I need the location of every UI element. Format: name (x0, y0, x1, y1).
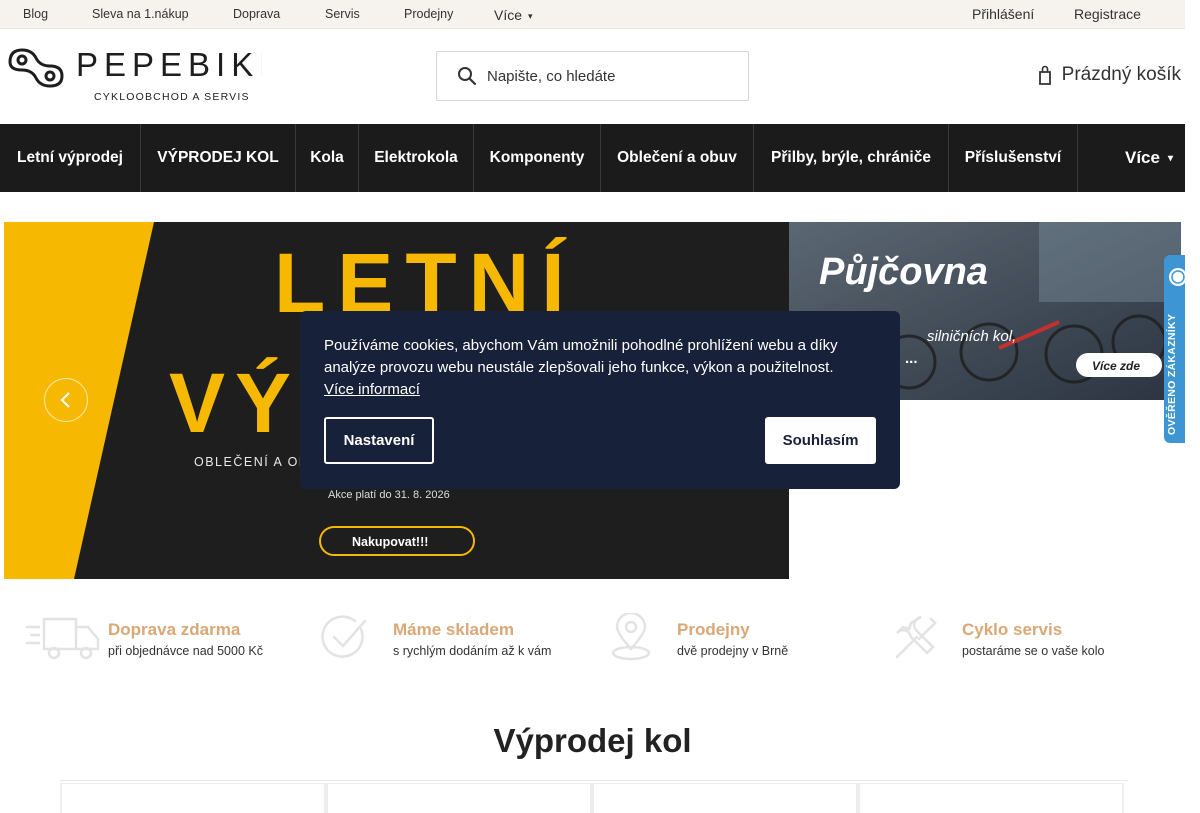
search-box[interactable] (436, 51, 749, 101)
cart-button[interactable]: Prázdný košík (1038, 64, 1181, 86)
rental-cta: Více zde (1092, 359, 1140, 373)
benefit-subtitle: dvě prodejny v Brně (677, 644, 789, 658)
benefits-row: Doprava zdarma při objednávce nad 5000 K… (0, 610, 1185, 670)
banner-cta: Nakupovat!!! (352, 535, 428, 549)
cookie-consent-dialog: Používáme cookies, abychom Vám umožnili … (300, 311, 900, 489)
rental-subtitle-2: ... (905, 350, 918, 367)
nav-item-accessories[interactable]: Příslušenství (949, 124, 1078, 192)
nav-item-bikes[interactable]: Kola (296, 124, 359, 192)
truck-icon (26, 617, 100, 660)
benefit-title: Cyklo servis (962, 620, 1063, 639)
nav-more-menu[interactable]: Více ▾ (1078, 124, 1185, 192)
verified-reviews-badge[interactable]: OVĚŘENO ZÁKAZNÍKY (1164, 255, 1185, 443)
topbar-link-blog[interactable]: Blog (23, 7, 48, 21)
tools-icon (895, 615, 937, 659)
benefit-subtitle: postaráme se o vaše kolo (962, 644, 1105, 658)
product-card[interactable] (592, 783, 858, 813)
cookie-settings-button[interactable]: Nastavení (324, 417, 434, 464)
product-card[interactable] (858, 783, 1124, 813)
rental-title: Půjčovna (819, 251, 988, 293)
topbar-link-stores[interactable]: Prodejny (404, 7, 453, 21)
site-logo[interactable]: PEPEBIKE CYKLOOBCHOD A SERVIS (6, 44, 281, 104)
login-link[interactable]: Přihlášení (972, 6, 1034, 22)
benefit-subtitle: při objednávce nad 5000 Kč (108, 644, 263, 658)
main-navigation: Letní výprodej VÝPRODEJ KOL Kola Elektro… (0, 124, 1185, 192)
nav-item-components[interactable]: Komponenty (474, 124, 601, 192)
banner-validity: Akce platí do 31. 8. 2026 (328, 489, 450, 501)
benefit-subtitle: s rychlým dodáním až k vám (393, 644, 552, 658)
product-card[interactable] (326, 783, 592, 813)
verified-badge-text: OVĚŘENO ZÁKAZNÍKY (1166, 313, 1178, 435)
cart-label: Prázdný košík (1061, 64, 1181, 85)
cookie-more-info-link[interactable]: Více informací (324, 381, 420, 398)
product-card[interactable] (60, 783, 326, 813)
checkmark-icon (321, 615, 367, 658)
search-icon[interactable] (457, 66, 477, 86)
benefit-shipping: Doprava zdarma při objednávce nad 5000 K… (24, 610, 294, 666)
product-grid (60, 780, 1128, 813)
nav-item-bike-sale[interactable]: VÝPRODEJ KOL (141, 124, 296, 192)
topbar-more-menu[interactable]: Více ▾ (494, 7, 533, 23)
arrow-left-icon (60, 392, 70, 408)
benefit-title: Doprava zdarma (108, 620, 241, 639)
nav-more-label: Více (1124, 148, 1160, 167)
topbar-link-service[interactable]: Servis (325, 7, 360, 21)
nav-item-ebikes[interactable]: Elektrokola (359, 124, 474, 192)
logo-text: PEPEBIKE (76, 46, 262, 83)
nav-item-summer-sale[interactable]: Letní výprodej (0, 124, 141, 192)
topbar-link-discount[interactable]: Sleva na 1.nákup (92, 7, 189, 21)
rental-subtitle: silničních kol, (927, 328, 1016, 345)
nav-item-helmets[interactable]: Přilby, brýle, chrániče (754, 124, 949, 192)
header: PEPEBIKE CYKLOOBCHOD A SERVIS Prázdný ko… (0, 29, 1185, 124)
cookie-agree-button[interactable]: Souhlasím (765, 417, 876, 464)
search-input[interactable] (487, 64, 737, 88)
topbar-more-label: Více (494, 7, 523, 23)
shopping-bag-icon (1038, 65, 1051, 85)
verified-seal-icon (1169, 268, 1185, 286)
chevron-down-icon: ▾ (528, 11, 533, 21)
cookie-text: Používáme cookies, abychom Vám umožnili … (324, 337, 838, 376)
topbar-link-shipping[interactable]: Doprava (233, 7, 280, 21)
register-link[interactable]: Registrace (1074, 6, 1141, 22)
benefit-title: Máme skladem (393, 620, 514, 639)
benefit-stock: Máme skladem s rychlým dodáním až k vám (321, 610, 581, 666)
top-bar: Blog Sleva na 1.nákup Doprava Servis Pro… (0, 0, 1185, 29)
location-pin-icon (611, 613, 651, 661)
benefit-stores: Prodejny dvě prodejny v Brně (609, 610, 859, 666)
nav-item-clothing[interactable]: Oblečení a obuv (601, 124, 754, 192)
logo-tagline: CYKLOOBCHOD A SERVIS (94, 91, 250, 103)
carousel-prev-button[interactable] (44, 378, 88, 422)
section-title-bike-sale: Výprodej kol (493, 722, 692, 759)
benefit-service: Cyklo servis postaráme se o vaše kolo (891, 610, 1151, 666)
benefit-title: Prodejny (677, 620, 750, 639)
chevron-down-icon: ▾ (1167, 152, 1173, 164)
